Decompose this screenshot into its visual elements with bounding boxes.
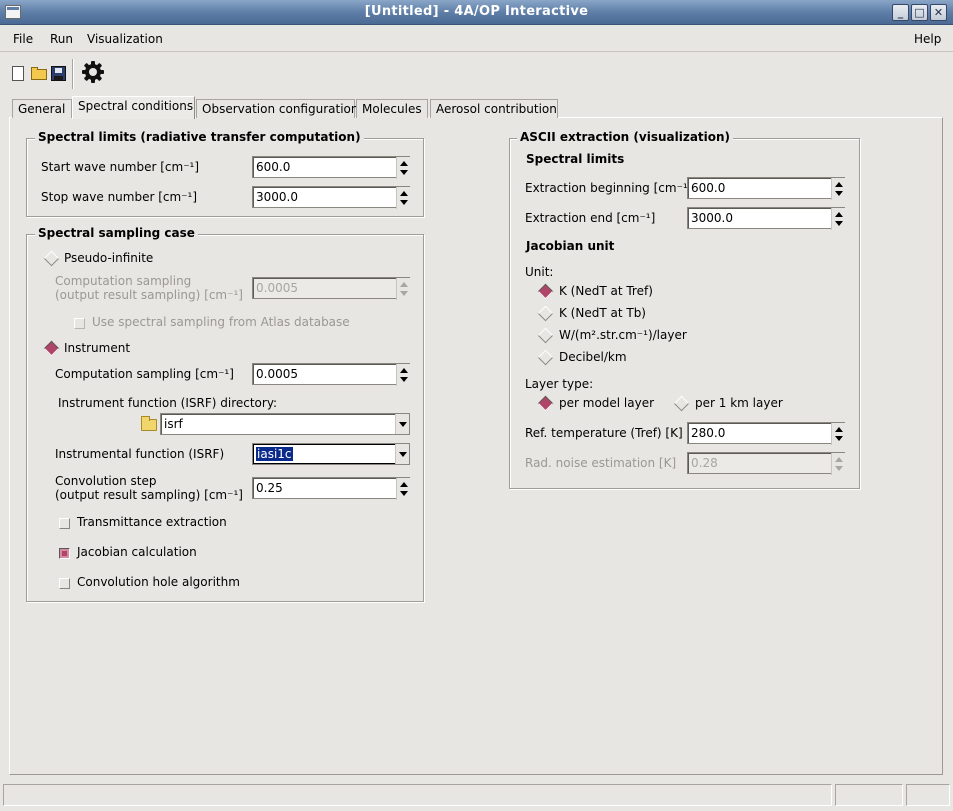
transmittance-checkbox[interactable] [59, 518, 70, 529]
extraction-beginning-label: Extraction beginning [cm⁻¹] [525, 181, 693, 195]
instrument-computation-sampling-spin-buttons[interactable] [396, 364, 410, 386]
stop-wave-label: Stop wave number [cm⁻¹] [41, 190, 198, 204]
gear-icon[interactable] [81, 60, 105, 84]
status-cell-main [3, 784, 832, 806]
status-cell-3 [906, 784, 950, 806]
new-file-icon[interactable] [12, 66, 24, 81]
isrf-selected-text[interactable]: iasi1c [256, 447, 293, 461]
toolbar-separator [72, 59, 74, 89]
minimize-button[interactable]: _ [892, 4, 909, 21]
unit-option-radiance: W/(m².str.cm⁻¹)/layer [559, 328, 687, 342]
pseudo-computation-sampling-spinbox[interactable] [252, 277, 410, 300]
menu-visualization[interactable]: Visualization [87, 32, 163, 46]
unit-option-nedt-tref: K (NedT at Tref) [559, 284, 653, 298]
stop-wave-spinbox[interactable] [252, 186, 410, 209]
ref-temperature-spin-buttons[interactable] [831, 423, 845, 445]
layer-per-model-label: per model layer [559, 396, 655, 410]
chevron-down-icon[interactable] [395, 414, 409, 434]
ascii-extraction-title: ASCII extraction (visualization) [517, 130, 734, 144]
instrument-computation-sampling-spinbox[interactable] [252, 363, 410, 386]
chevron-down-icon[interactable] [395, 444, 409, 464]
start-wave-label: Start wave number [cm⁻¹] [41, 160, 200, 174]
maximize-button[interactable]: □ [911, 4, 928, 21]
extraction-beginning-spin-buttons[interactable] [831, 178, 845, 200]
convolution-step-label-line2: (output result sampling) [cm⁻¹] [55, 488, 243, 502]
instrument-computation-sampling-input[interactable] [253, 364, 410, 384]
jacobian-label: Jacobian calculation [77, 545, 197, 559]
convolution-step-spinbox[interactable] [252, 477, 410, 500]
spectral-sampling-title: Spectral sampling case [35, 226, 198, 240]
isrf-directory-label: Instrument function (ISRF) directory: [58, 396, 278, 410]
jacobian-checkbox[interactable] [59, 548, 70, 559]
window-title: [Untitled] - 4A/OP Interactive [364, 4, 589, 19]
extraction-beginning-spinbox[interactable] [687, 177, 845, 200]
tab-spectral-conditions[interactable]: Spectral conditions [72, 96, 195, 119]
close-button[interactable]: ✕ [930, 4, 947, 21]
extraction-end-label: Extraction end [cm⁻¹] [525, 211, 656, 225]
ref-temperature-input[interactable] [688, 423, 845, 443]
instrument-computation-sampling-label: Computation sampling [cm⁻¹] [55, 367, 234, 381]
isrf-label: Instrumental function (ISRF) [55, 447, 225, 461]
unit-option-decibel: Decibel/km [559, 350, 627, 364]
unit-option-nedt-tb: K (NedT at Tb) [559, 306, 646, 320]
computation-sampling-label-line1: Computation sampling [55, 274, 192, 288]
rad-noise-spin-buttons[interactable] [831, 453, 845, 475]
atlas-sampling-checkbox[interactable] [74, 318, 85, 329]
isrf-directory-input[interactable] [161, 414, 409, 434]
extraction-end-spinbox[interactable] [687, 207, 845, 230]
spectral-limits-title: Spectral limits (radiative transfer comp… [35, 130, 364, 144]
menu-run[interactable]: Run [50, 32, 73, 46]
convolution-hole-label: Convolution hole algorithm [77, 575, 240, 589]
tab-observation-configuration[interactable]: Observation configuration [196, 99, 359, 118]
extraction-end-spin-buttons[interactable] [831, 208, 845, 230]
convolution-step-spin-buttons[interactable] [396, 478, 410, 500]
layer-per-km-label: per 1 km layer [695, 396, 783, 410]
menu-help[interactable]: Help [914, 32, 941, 46]
convolution-step-label-line1: Convolution step [55, 474, 157, 488]
ref-temperature-label: Ref. temperature (Tref) [K] [525, 426, 683, 440]
rad-noise-label: Rad. noise estimation [K] [525, 456, 677, 470]
pseudo-infinite-label: Pseudo-infinite [64, 251, 154, 265]
isrf-combo[interactable]: iasi1c [252, 443, 410, 465]
atlas-sampling-label: Use spectral sampling from Atlas databas… [92, 315, 350, 329]
pseudo-computation-sampling-spin-buttons[interactable] [396, 278, 410, 300]
convolution-hole-checkbox[interactable] [59, 578, 70, 589]
layer-type-label: Layer type: [525, 377, 594, 391]
menu-file[interactable]: File [13, 32, 33, 46]
convolution-step-input[interactable] [253, 478, 410, 498]
pseudo-computation-sampling-input[interactable] [253, 278, 410, 298]
tab-general[interactable]: General [12, 99, 72, 118]
extraction-beginning-input[interactable] [688, 178, 845, 198]
stop-wave-input[interactable] [253, 187, 410, 207]
ref-temperature-spinbox[interactable] [687, 422, 845, 445]
start-wave-spin-buttons[interactable] [396, 157, 410, 179]
transmittance-label: Transmittance extraction [77, 515, 227, 529]
rad-noise-spinbox[interactable] [687, 452, 845, 475]
jacobian-unit-heading: Jacobian unit [526, 239, 615, 253]
save-icon[interactable] [51, 66, 66, 81]
status-cell-2 [835, 784, 903, 806]
tab-aerosol-contribution[interactable]: Aerosol contribution [430, 99, 558, 118]
folder-icon[interactable] [141, 416, 157, 431]
unit-label: Unit: [525, 265, 554, 279]
rad-noise-input[interactable] [688, 453, 845, 473]
tab-molecules[interactable]: Molecules [356, 99, 428, 118]
ascii-spectral-limits-heading: Spectral limits [526, 152, 625, 166]
isrf-directory-combo[interactable] [160, 413, 410, 435]
computation-sampling-label-line2: (output result sampling) [cm⁻¹] [55, 288, 243, 302]
instrument-label: Instrument [64, 341, 131, 355]
stop-wave-spin-buttons[interactable] [396, 187, 410, 209]
start-wave-input[interactable] [253, 157, 410, 177]
extraction-end-input[interactable] [688, 208, 845, 228]
open-folder-icon[interactable] [31, 67, 47, 80]
start-wave-spinbox[interactable] [252, 156, 410, 179]
